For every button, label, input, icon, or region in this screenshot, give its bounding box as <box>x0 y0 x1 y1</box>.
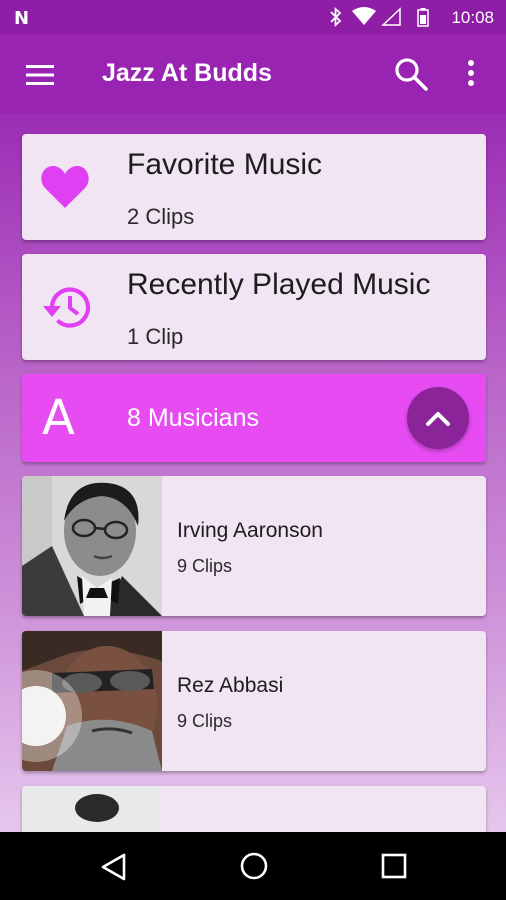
artist-name: Irving Aaronson <box>177 519 323 542</box>
favorite-music-title: Favorite Music <box>127 148 323 181</box>
heart-icon <box>41 165 89 208</box>
menu-icon[interactable] <box>26 64 54 86</box>
nav-recents-icon[interactable] <box>380 852 408 880</box>
app-bar: Jazz At Budds <box>0 34 506 114</box>
artist-photo <box>22 631 162 771</box>
wifi-icon <box>352 7 376 25</box>
search-icon[interactable] <box>393 56 429 92</box>
artist-photo <box>22 476 162 616</box>
artist-clip-count: 9 Clips <box>177 556 233 576</box>
nav-home-icon[interactable] <box>238 850 270 882</box>
artist-card[interactable]: Rez Abbasi 9 Clips <box>22 631 486 771</box>
bluetooth-icon <box>330 7 342 27</box>
recently-played-card[interactable]: Recently Played Music 1 Clip <box>22 254 486 360</box>
signal-icon <box>381 7 401 26</box>
musicians-count: 8 Musicians <box>127 404 259 432</box>
artist-name: Rez Abbasi <box>177 674 284 697</box>
artist-card[interactable]: Irving Aaronson 9 Clips <box>22 476 486 616</box>
recently-played-title: Recently Played Music <box>127 268 431 301</box>
collapse-button[interactable] <box>407 387 469 449</box>
status-bar: N 10:08 <box>0 0 506 34</box>
artist-clip-count: 9 Clips <box>177 711 233 731</box>
favorite-music-card[interactable]: Favorite Music 2 Clips <box>22 134 486 240</box>
status-time: 10:08 <box>451 8 494 27</box>
chevron-up-icon <box>426 412 450 426</box>
battery-icon <box>417 8 429 27</box>
history-icon <box>43 287 91 328</box>
nav-back-icon[interactable] <box>100 852 128 882</box>
favorite-music-count: 2 Clips <box>127 204 195 229</box>
status-icons <box>330 7 429 27</box>
section-letter: A <box>42 390 75 446</box>
more-vert-icon[interactable] <box>466 58 476 88</box>
content-list[interactable]: Favorite Music 2 Clips Recently Played M… <box>0 114 506 832</box>
app-title: Jazz At Budds <box>102 59 272 87</box>
artist-card[interactable] <box>22 786 486 832</box>
notification-icon: N <box>14 8 30 29</box>
recently-played-count: 1 Clip <box>127 324 184 349</box>
artist-photo <box>22 786 162 832</box>
system-nav-bar <box>0 832 506 900</box>
musicians-section-header[interactable]: A 8 Musicians <box>22 374 486 462</box>
